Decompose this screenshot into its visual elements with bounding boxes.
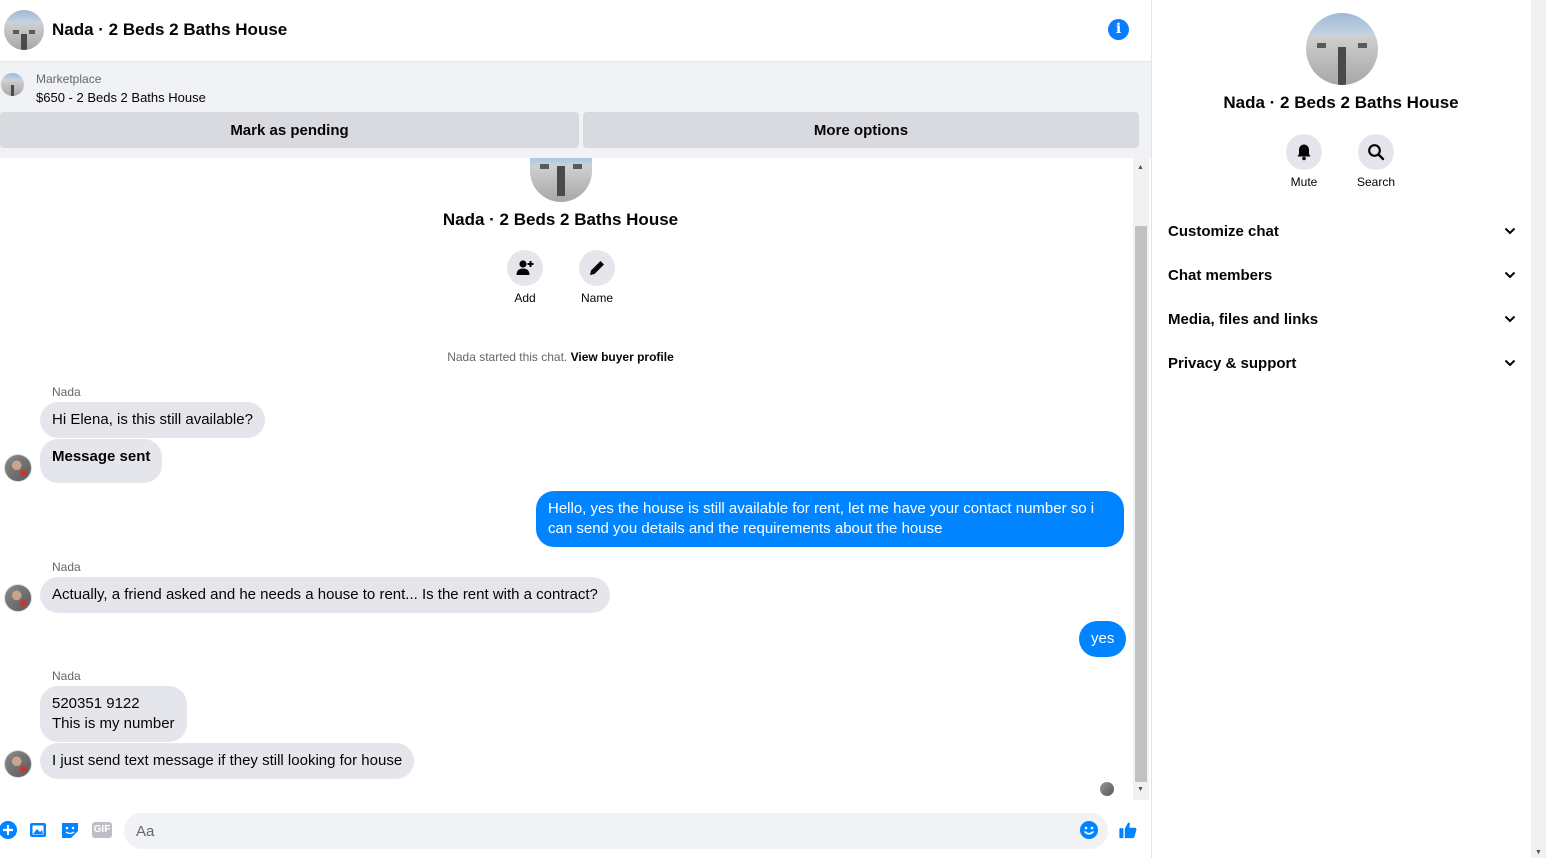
conversation-avatar[interactable] <box>1306 13 1378 85</box>
photo-icon[interactable] <box>28 820 48 840</box>
media-files-links-section[interactable]: Media, files and links <box>1168 307 1518 331</box>
conversation-title: Nada · 2 Beds 2 Baths House <box>1223 93 1459 112</box>
conversation-info-panel <box>1151 0 1531 858</box>
mute-label: Mute <box>1290 175 1318 189</box>
chevron-down-icon <box>1502 267 1518 283</box>
message-thread[interactable]: Nada · 2 Beds 2 Baths House Add Name Nad… <box>0 158 1133 800</box>
message-bubble-outgoing[interactable]: Hello, yes the house is still available … <box>536 491 1124 547</box>
view-buyer-profile-link[interactable]: View buyer profile <box>571 350 674 364</box>
window-scrollbar[interactable]: ▼ <box>1531 0 1546 858</box>
message-bubble-incoming[interactable]: Hi Elena, is this still available? <box>40 402 265 438</box>
thread-title: Nada · 2 Beds 2 Baths House <box>442 210 679 229</box>
section-label: Customize chat <box>1168 222 1279 240</box>
add-label: Add <box>514 291 536 305</box>
chevron-down-icon <box>1502 355 1518 371</box>
seen-indicator-avatar <box>1100 782 1114 796</box>
add-person-icon <box>516 260 534 275</box>
like-icon[interactable] <box>1118 820 1138 840</box>
section-label: Privacy & support <box>1168 354 1297 372</box>
listing-thumbnail[interactable] <box>1 73 24 96</box>
bell-icon <box>1297 144 1311 161</box>
search-label: Search <box>1356 175 1396 189</box>
sticker-icon[interactable] <box>60 820 80 840</box>
messenger-app: Nada · 2 Beds 2 Baths House i Marketplac… <box>0 0 1546 858</box>
customize-chat-section[interactable]: Customize chat <box>1168 219 1518 243</box>
chat-members-section[interactable]: Chat members <box>1168 263 1518 287</box>
started-text: Nada started this chat. <box>447 350 568 364</box>
more-options-button[interactable]: More options <box>583 112 1139 148</box>
gif-icon[interactable]: GIF <box>92 822 112 838</box>
message-bubble-incoming[interactable]: Message sent <box>40 439 163 483</box>
plus-icon[interactable] <box>0 820 18 840</box>
message-bubble-incoming[interactable]: I just send text message if they still l… <box>40 743 415 779</box>
thread-avatar <box>530 158 592 202</box>
message-sender: Nada <box>52 669 81 683</box>
chevron-down-icon <box>1502 223 1518 239</box>
name-label: Name <box>580 291 613 305</box>
message-bubble-outgoing[interactable]: yes <box>1079 621 1127 657</box>
scroll-down-arrow[interactable]: ▼ <box>1137 786 1144 793</box>
section-label: Chat members <box>1168 266 1273 284</box>
scroll-up-arrow[interactable]: ▲ <box>1137 164 1144 171</box>
search-icon <box>1368 144 1385 161</box>
chat-header: Nada · 2 Beds 2 Baths House i <box>0 0 1151 62</box>
search-button[interactable] <box>1358 134 1394 170</box>
info-icon[interactable]: i <box>1108 19 1129 40</box>
sender-avatar[interactable] <box>4 584 32 612</box>
pencil-icon <box>590 261 604 275</box>
sender-avatar[interactable] <box>4 750 32 778</box>
message-input[interactable] <box>124 813 1108 849</box>
mute-button[interactable] <box>1286 134 1322 170</box>
message-sender: Nada <box>52 385 81 399</box>
chevron-down-icon <box>1502 311 1518 327</box>
section-label: Media, files and links <box>1168 310 1319 328</box>
mark-as-pending-button[interactable]: Mark as pending <box>0 112 579 148</box>
sender-avatar[interactable] <box>4 454 32 482</box>
marketplace-label: Marketplace <box>36 72 102 86</box>
chat-avatar[interactable] <box>4 10 44 50</box>
edit-name-button[interactable] <box>579 250 615 286</box>
chat-title[interactable]: Nada · 2 Beds 2 Baths House <box>52 20 287 40</box>
message-sender: Nada <box>52 560 81 574</box>
message-bubble-incoming[interactable]: 520351 9122 This is my number <box>40 686 187 742</box>
emoji-icon[interactable] <box>1079 820 1099 840</box>
thread-scroll-thumb[interactable] <box>1135 226 1147 782</box>
add-people-button[interactable] <box>507 250 543 286</box>
privacy-support-section[interactable]: Privacy & support <box>1168 351 1518 375</box>
message-bubble-incoming[interactable]: Actually, a friend asked and he needs a … <box>40 577 610 613</box>
listing-price-title[interactable]: $650 - 2 Beds 2 Baths House <box>36 90 206 105</box>
chat-started-notice: Nada started this chat. View buyer profi… <box>0 350 1121 364</box>
scroll-down-arrow[interactable]: ▼ <box>1535 849 1542 856</box>
